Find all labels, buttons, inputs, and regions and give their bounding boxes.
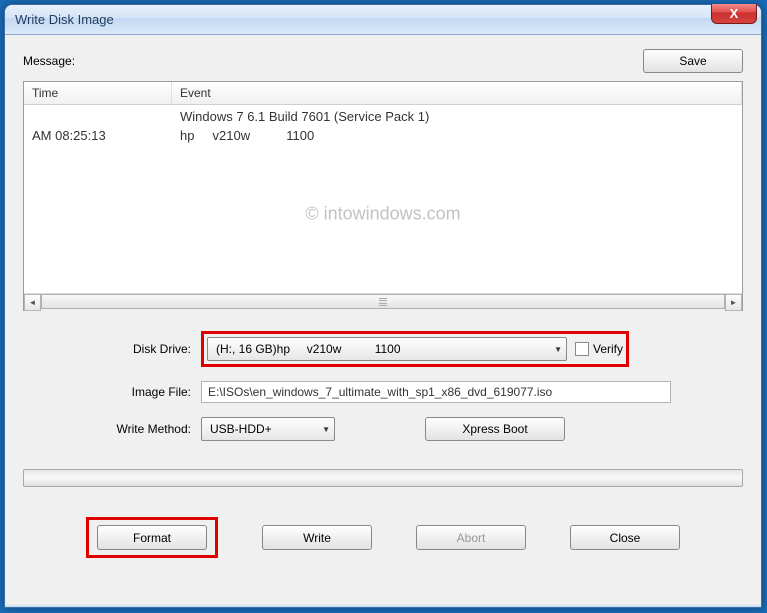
write-button[interactable]: Write [262,525,372,550]
bottom-glow [5,604,761,607]
write-method-value: USB-HDD+ [210,422,272,436]
checkbox-box-icon [575,342,589,356]
disk-drive-row: Disk Drive: (H:, 16 GB)hp v210w 1100 ▼ V… [27,331,739,367]
format-button[interactable]: Format [97,525,207,550]
progress-bar [23,469,743,487]
abort-button[interactable]: Abort [416,525,526,550]
image-file-value: E:\ISOs\en_windows_7_ultimate_with_sp1_x… [208,385,552,399]
table-row[interactable]: AM 08:25:13 hp v210w 1100 [24,126,742,145]
listview-header: Time Event [24,82,742,105]
disk-drive-value: (H:, 16 GB)hp v210w 1100 [216,342,401,356]
disk-drive-highlight: (H:, 16 GB)hp v210w 1100 ▼ Verify [201,331,629,367]
action-button-row: Format Write Abort Close [23,517,743,558]
disk-drive-combo[interactable]: (H:, 16 GB)hp v210w 1100 ▼ [207,337,567,361]
column-header-time[interactable]: Time [24,82,172,104]
scrollbar-track[interactable] [41,294,725,311]
window-title: Write Disk Image [15,12,114,27]
message-label: Message: [23,54,75,68]
write-disk-image-window: Write Disk Image X Message: Save Time Ev… [4,4,762,608]
cell-event: hp v210w 1100 [172,128,742,143]
image-file-input[interactable]: E:\ISOs\en_windows_7_ultimate_with_sp1_x… [201,381,671,403]
close-button[interactable]: Close [570,525,680,550]
cell-time: AM 08:25:13 [24,128,172,143]
scrollbar-thumb[interactable] [41,294,725,309]
cell-time [24,109,172,124]
message-header-row: Message: Save [23,49,743,73]
write-method-combo[interactable]: USB-HDD+ ▼ [201,417,335,441]
titlebar[interactable]: Write Disk Image X [5,5,761,35]
horizontal-scrollbar[interactable]: ◄ ► [24,293,742,310]
scroll-left-button[interactable]: ◄ [24,294,41,311]
verify-checkbox[interactable]: Verify [575,342,623,356]
column-header-event[interactable]: Event [172,82,742,104]
form-area: Disk Drive: (H:, 16 GB)hp v210w 1100 ▼ V… [23,331,743,441]
xpress-boot-button[interactable]: Xpress Boot [425,417,565,441]
image-file-label: Image File: [27,385,201,399]
chevron-down-icon: ▼ [322,425,330,434]
message-log-listview[interactable]: Time Event Windows 7 6.1 Build 7601 (Ser… [23,81,743,311]
close-window-button[interactable]: X [711,4,757,24]
close-icon: X [730,6,739,21]
scroll-right-button[interactable]: ► [725,294,742,311]
table-row[interactable]: Windows 7 6.1 Build 7601 (Service Pack 1… [24,107,742,126]
image-file-row: Image File: E:\ISOs\en_windows_7_ultimat… [27,381,739,403]
watermark-text: © intowindows.com [305,204,460,225]
triangle-left-icon: ◄ [29,298,37,307]
chevron-down-icon: ▼ [554,345,562,354]
cell-event: Windows 7 6.1 Build 7601 (Service Pack 1… [172,109,742,124]
format-highlight: Format [86,517,218,558]
write-method-row: Write Method: USB-HDD+ ▼ Xpress Boot [27,417,739,441]
triangle-right-icon: ► [730,298,738,307]
dialog-content: Message: Save Time Event Windows 7 6.1 B… [5,35,761,607]
listview-body: Windows 7 6.1 Build 7601 (Service Pack 1… [24,105,742,293]
disk-drive-label: Disk Drive: [27,342,201,356]
write-method-label: Write Method: [27,422,201,436]
verify-label: Verify [593,342,623,356]
save-button[interactable]: Save [643,49,743,73]
